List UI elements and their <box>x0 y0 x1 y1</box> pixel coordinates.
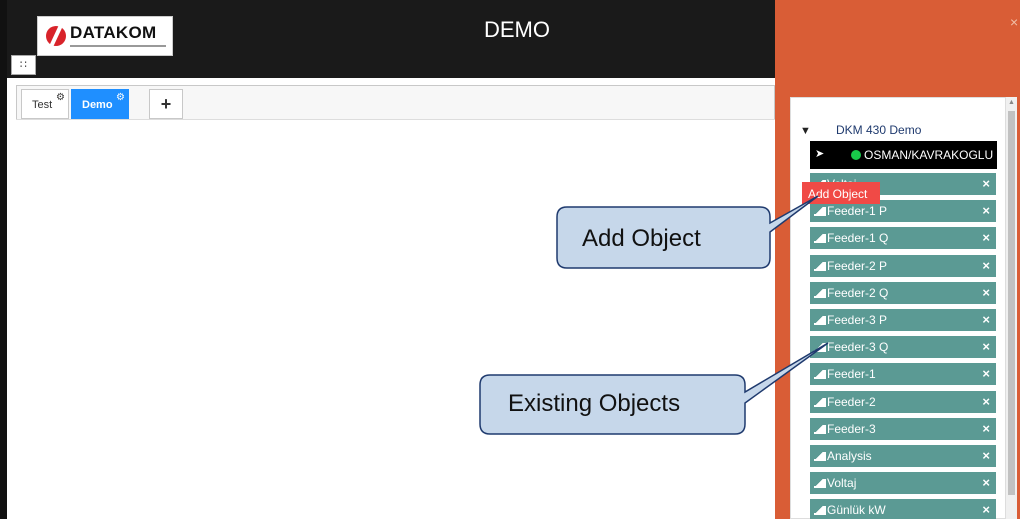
callout-existing-objects-text: Existing Objects <box>508 390 681 417</box>
app-window: DATAKOM ∷ DEMO Test ⚙ Demo ⚙ + × ▲ ▼ DKM… <box>0 0 1020 519</box>
callout-existing-objects-bubble <box>479 342 829 435</box>
callout-layer <box>479 195 829 435</box>
callout-add-object-text: Add Object <box>582 225 701 252</box>
